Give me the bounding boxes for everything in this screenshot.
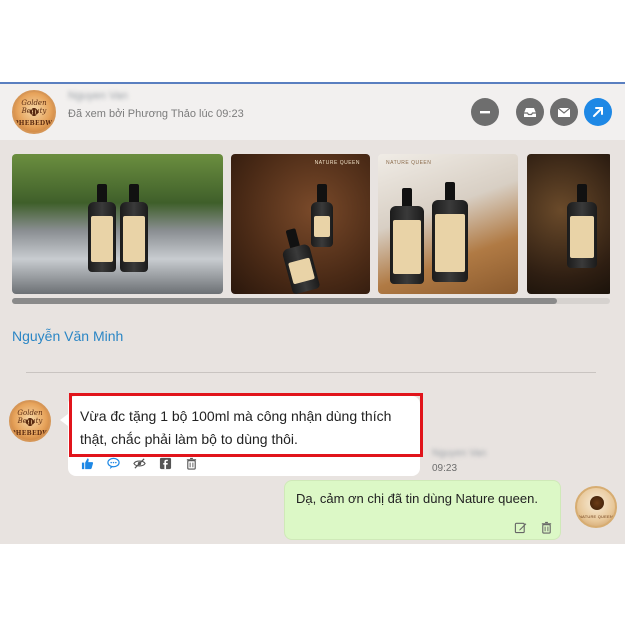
chat-window: Golden Beauty Φ PHEBEDWS Nguyen Van Đã x… (0, 82, 625, 544)
product-photo-3[interactable]: NATURE QUEEN (378, 154, 518, 294)
bottle-image (390, 188, 424, 284)
bottle-image (567, 184, 597, 268)
logo-bottom-text: PHEBEDWS (14, 120, 56, 127)
photo-brand-mark: NATURE QUEEN (386, 160, 432, 166)
edit-button[interactable] (513, 520, 527, 534)
hide-button[interactable] (132, 456, 146, 470)
incoming-message-time: 09:23 (432, 463, 458, 474)
outgoing-avatar[interactable]: NATURE QUEEN (575, 486, 617, 528)
thumbs-up-icon (81, 457, 93, 469)
delete-button[interactable] (539, 520, 553, 534)
product-photo-2[interactable]: NATURE QUEEN (231, 154, 370, 294)
incoming-message-actions (80, 456, 198, 470)
inbox-button[interactable] (516, 98, 544, 126)
like-button[interactable] (80, 456, 94, 470)
mail-icon (557, 107, 571, 117)
incoming-sender-name: Nguyen Van (432, 448, 487, 459)
comment-button[interactable] (106, 456, 120, 470)
eye-slash-icon (132, 457, 146, 469)
product-photo-4[interactable] (527, 154, 610, 294)
product-photo-gallery: NATURE QUEEN NATURE QUEEN (12, 154, 610, 296)
photo-brand-mark: NATURE QUEEN (314, 160, 360, 166)
trash-icon (541, 521, 551, 534)
bottle-image (88, 184, 116, 272)
inbox-icon (524, 108, 536, 117)
outgoing-message-text: Dạ, cảm ơn chị đã tin dùng Nature queen. (296, 491, 538, 506)
logo-mark: Φ (29, 106, 39, 119)
page-avatar[interactable]: Golden Beauty Φ PHEBEDWS (12, 90, 56, 134)
trash-icon (186, 457, 196, 470)
comment-icon (106, 457, 120, 469)
outgoing-avatar-label: NATURE QUEEN (579, 514, 613, 519)
brand-mark-icon (590, 496, 604, 510)
seen-status: Đã xem bởi Phương Thảo lúc 09:23 (68, 108, 244, 120)
minus-icon (480, 111, 490, 114)
arrow-up-right-icon (593, 107, 603, 117)
gallery-scrollbar[interactable] (12, 298, 610, 304)
bottle-image (311, 184, 333, 247)
logo-bottom-text: PHEBEDWS (11, 430, 51, 437)
edit-icon (514, 522, 526, 533)
bottle-image (120, 184, 148, 272)
chat-header: Golden Beauty Φ PHEBEDWS Nguyen Van Đã x… (0, 84, 625, 140)
facebook-icon (159, 457, 171, 469)
outgoing-message-actions (513, 520, 553, 534)
bubble-tail (60, 414, 68, 426)
minus-circle-button[interactable] (471, 98, 499, 126)
incoming-avatar[interactable]: Golden Beauty Φ PHEBEDWS (9, 400, 51, 442)
bottle-image (432, 182, 468, 282)
sender-name[interactable]: Nguyễn Văn Minh (12, 328, 123, 344)
logo-mark: Φ (25, 416, 35, 429)
open-external-button[interactable] (584, 98, 612, 126)
bottle-image (281, 228, 321, 294)
facebook-button[interactable] (158, 456, 172, 470)
mail-button[interactable] (550, 98, 578, 126)
delete-button[interactable] (184, 456, 198, 470)
gallery-scroll-thumb[interactable] (12, 298, 557, 304)
product-photo-1[interactable] (12, 154, 223, 294)
contact-name: Nguyen Van (68, 90, 128, 102)
divider (26, 372, 596, 373)
incoming-message-text: Vừa đc tặng 1 bộ 100ml mà công nhận dùng… (80, 408, 392, 447)
